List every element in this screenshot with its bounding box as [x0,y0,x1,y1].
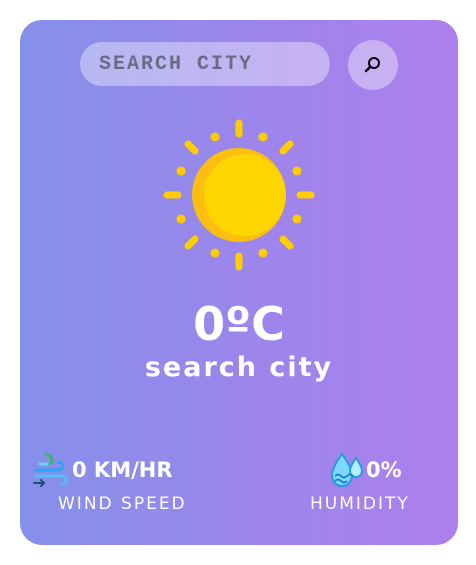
humidity-value: 0% [366,458,402,482]
weather-card: 0ºC search city 0 KM/HR WIND SPEED 0% HU… [20,20,458,545]
city-name: search city [144,352,334,383]
wind-speed-value: 0 KM/HR [72,458,173,482]
search-icon [364,57,380,73]
humidity-label: HUMIDITY [310,494,410,514]
search-button[interactable] [348,40,398,90]
sun-icon [163,119,315,271]
search-input[interactable] [80,42,330,86]
wind-speed-label: WIND SPEED [58,494,187,514]
temperature-readout: 0ºC [193,297,285,351]
wind-icon [33,452,68,487]
humidity-icon [330,452,364,488]
